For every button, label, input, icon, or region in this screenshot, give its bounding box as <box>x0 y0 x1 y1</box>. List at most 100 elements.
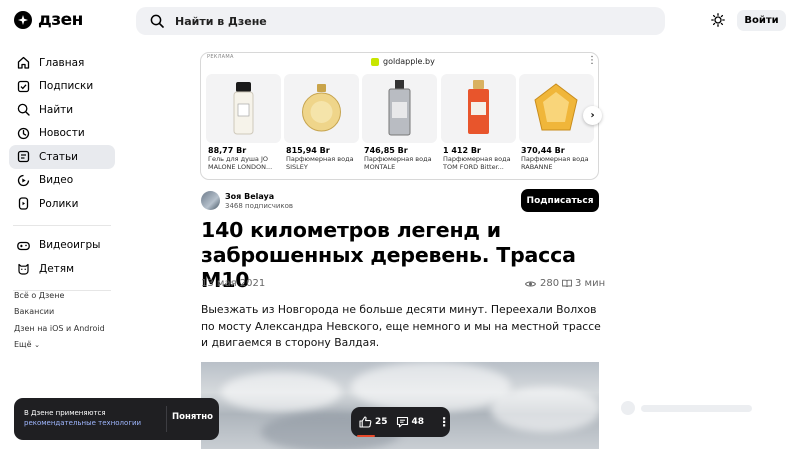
read-time: 3 мин <box>562 278 605 289</box>
comments-button[interactable]: 48 <box>396 416 425 428</box>
product-brand: SISLEY <box>286 163 308 171</box>
ad-source[interactable]: goldapple.by <box>371 57 435 66</box>
more-vertical-icon[interactable]: ⋮ <box>438 416 450 428</box>
chevron-down-icon: ⌄ <box>34 340 40 349</box>
product-price: 1 412 Br <box>443 146 481 155</box>
product-price: 88,77 Br <box>208 146 247 155</box>
ad-label: РЕКЛАМА <box>207 54 234 60</box>
sidebar-item-subscriptions[interactable]: Подписки <box>9 75 115 99</box>
product-brand: MONTALE <box>364 163 396 171</box>
footer-link-more[interactable]: Ещё ⌄ <box>14 340 105 356</box>
views-value: 280 <box>540 278 560 289</box>
recommendation-tech-link[interactable]: рекомендательные технологии <box>24 419 141 427</box>
views-count: 280 <box>525 278 559 289</box>
sun-icon[interactable] <box>711 13 725 27</box>
sidebar-nav: Главная Подписки Найти Новости Статьи Ви… <box>9 51 115 299</box>
subscriptions-icon <box>17 80 30 92</box>
like-indicator <box>357 435 375 437</box>
subscribe-button[interactable]: Подписаться <box>521 189 599 212</box>
product-image <box>441 74 516 143</box>
sidebar-item-label: Статьи <box>39 150 79 163</box>
sidebar-item-video[interactable]: Видео <box>9 169 115 193</box>
ad-product-card[interactable]: 746,85 Br Парфюмерная вода MONTALE <box>362 74 437 171</box>
ad-product-card[interactable]: 815,94 Br Парфюмерная вода SISLEY <box>284 74 359 171</box>
sidebar-item-label: Найти <box>39 103 74 116</box>
sidebar-item-label: Новости <box>39 127 85 140</box>
product-desc: Парфюмерная вода <box>286 155 354 163</box>
more-vertical-icon[interactable]: ⋮ <box>587 56 597 66</box>
news-icon <box>17 127 30 139</box>
ad-source-label: goldapple.by <box>383 57 435 66</box>
product-price: 746,85 Br <box>364 146 408 155</box>
video-icon <box>17 174 30 186</box>
dzen-logo[interactable]: дзен <box>14 10 83 30</box>
book-icon <box>562 279 572 288</box>
search-icon <box>17 104 30 116</box>
author-name[interactable]: Зоя Belaya <box>225 192 274 201</box>
product-image <box>519 74 594 143</box>
sidebar-item-label: Ролики <box>39 197 79 210</box>
goldapple-logo-icon <box>371 57 379 66</box>
product-desc: Парфюмерная вода <box>443 155 511 163</box>
like-button[interactable]: 25 <box>359 416 388 428</box>
article-lead-paragraph: Выезжать из Новгорода не больше десяти м… <box>201 303 601 349</box>
search-icon <box>150 14 164 28</box>
login-button[interactable]: Войти <box>737 10 786 31</box>
product-desc: Парфюмерная вода <box>364 155 432 163</box>
author-avatar[interactable] <box>201 191 220 210</box>
footer-link-apps[interactable]: Дзен на iOS и Android <box>14 324 105 340</box>
sidebar-item-news[interactable]: Новости <box>9 122 115 146</box>
search-bar[interactable] <box>136 7 665 35</box>
sidebar-item-label: Подписки <box>39 80 94 93</box>
skeleton-line <box>641 405 752 412</box>
product-brand: MALONE LONDON... <box>208 163 273 171</box>
kids-icon <box>18 264 29 275</box>
article-action-bar: 25 48 ⋮ <box>351 407 450 437</box>
ad-product-card[interactable]: 88,77 Br Гель для душа JO MALONE LONDON.… <box>206 74 281 171</box>
footer-link-about[interactable]: Всё о Дзене <box>14 291 105 307</box>
sidebar-item-home[interactable]: Главная <box>9 51 115 75</box>
shorts-icon <box>18 197 29 210</box>
product-brand: RABANNE <box>521 163 553 171</box>
sidebar-footer-links: Всё о Дзене Вакансии Дзен на iOS и Andro… <box>14 291 105 356</box>
ad-banner[interactable]: РЕКЛАМА goldapple.by ⋮ 88,77 Br Гель для… <box>200 52 599 180</box>
cookie-message: В Дзене применяются <box>24 409 106 417</box>
sidebar-item-label: Главная <box>39 56 85 69</box>
home-icon <box>17 57 30 69</box>
author-subscribers: 3468 подписчиков <box>225 202 294 210</box>
sidebar-item-videogames[interactable]: Видеоигры <box>9 234 115 258</box>
product-image <box>206 74 281 143</box>
read-time-value: 3 мин <box>575 278 606 289</box>
sidebar-item-kids[interactable]: Детям <box>9 257 115 281</box>
ad-product-card[interactable]: 370,44 Br Парфюмерная вода RABANNE <box>519 74 594 171</box>
sidebar-divider <box>13 224 111 226</box>
product-desc: Парфюмерная вода <box>521 155 589 163</box>
comments-count: 48 <box>411 417 425 427</box>
article-date: 13 мая 2021 <box>201 278 266 289</box>
product-image <box>284 74 359 143</box>
dzen-logo-icon <box>14 11 32 29</box>
thumbs-up-icon <box>359 416 372 428</box>
cookie-accept-button[interactable]: Понятно <box>172 412 213 422</box>
chevron-right-icon[interactable]: › <box>583 106 602 125</box>
sidebar-item-search[interactable]: Найти <box>9 98 115 122</box>
sidebar-item-articles[interactable]: Статьи <box>9 145 115 169</box>
product-price: 370,44 Br <box>521 146 565 155</box>
comment-icon <box>396 416 408 428</box>
cookie-divider <box>166 406 167 432</box>
ad-product-card[interactable]: 1 412 Br Парфюмерная вода TOM FORD Bitte… <box>441 74 516 171</box>
product-image <box>362 74 437 143</box>
cookie-notice: В Дзене применяются рекомендательные тех… <box>14 398 219 440</box>
gamepad-icon <box>17 241 30 250</box>
search-input[interactable] <box>175 14 615 28</box>
product-price: 815,94 Br <box>286 146 330 155</box>
product-desc: Гель для душа JO <box>208 155 269 163</box>
sidebar-item-label: Детям <box>39 262 75 275</box>
sidebar-item-shorts[interactable]: Ролики <box>9 192 115 216</box>
sidebar-item-label: Видеоигры <box>39 239 101 252</box>
product-brand: TOM FORD Bitter... <box>443 163 504 171</box>
footer-link-jobs[interactable]: Вакансии <box>14 307 105 323</box>
likes-count: 25 <box>375 417 388 427</box>
more-label: Ещё <box>14 339 32 349</box>
skeleton-avatar <box>621 401 635 415</box>
